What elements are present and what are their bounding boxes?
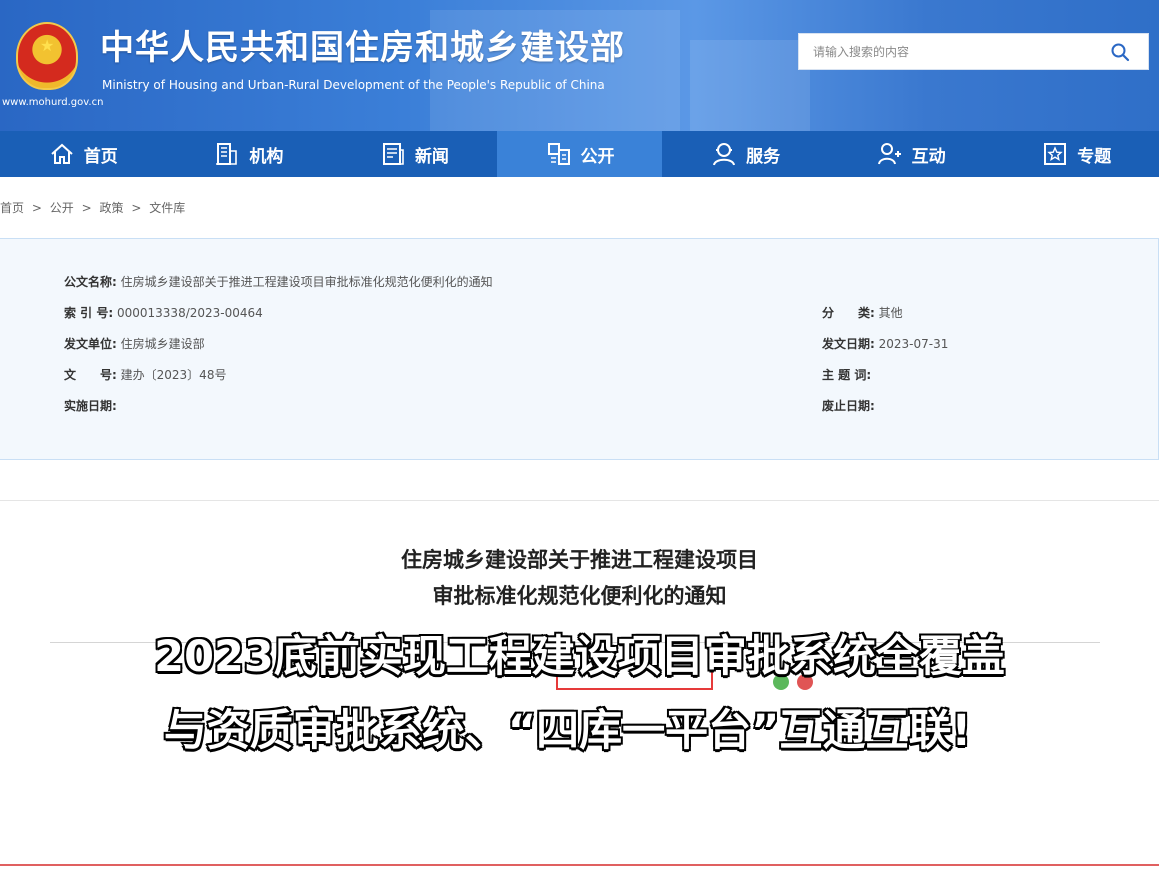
news-icon [382,143,404,165]
interaction-icon [877,143,901,165]
nav-item-home[interactable]: 首页 [0,131,166,177]
bottom-rule [0,864,1159,866]
search-icon[interactable] [1110,42,1130,62]
breadcrumb-home[interactable]: 首页 [0,201,24,215]
meta-category-label: 分 类: [822,306,875,320]
meta-category-value: 其他 [878,306,903,320]
breadcrumb-separator: > [31,201,42,215]
meta-title-row: 公文名称: 住房城乡建设部关于推进工程建设项目审批标准化规范化便利化的通知 [64,275,493,289]
header-banner: ★ 中华人民共和国住房和城乡建设部 Ministry of Housing an… [0,0,1159,131]
article-title-line1: 住房城乡建设部关于推进工程建设项目 [401,548,758,572]
building-icon [216,143,238,165]
home-icon [51,143,73,164]
overlay-caption-line1: 2023底前实现工程建设项目审批系统全覆盖 [153,631,1007,684]
nav-item-interaction[interactable]: 互动 [828,131,994,177]
meta-index-label: 索 引 号: [64,306,114,320]
national-emblem-icon[interactable]: ★ [16,22,78,90]
breadcrumb-library[interactable]: 文件库 [149,201,185,215]
meta-effective-row: 实施日期: [64,399,117,413]
nav-item-label: 公开 [580,146,615,167]
article-title-line2: 审批标准化规范化便利化的通知 [432,584,727,608]
breadcrumb-policy[interactable]: 政策 [99,201,123,215]
meta-issuer-value: 住房城乡建设部 [120,337,205,351]
site-title[interactable]: 中华人民共和国住房和城乡建设部 [100,26,625,70]
breadcrumb-public[interactable]: 公开 [50,201,74,215]
site-subtitle: Ministry of Housing and Urban-Rural Deve… [102,78,605,92]
service-icon [713,143,736,166]
main-nav: 首页 机构 新闻 公开 服务 互动 专题 [0,131,1159,177]
meta-index-value: 000013338/2023-00464 [116,306,263,320]
site-url: www.mohurd.gov.cn [2,97,104,108]
nav-item-label: 首页 [83,146,118,167]
meta-category-row: 分 类: 其他 [822,306,903,320]
nav-item-label: 新闻 [414,146,449,167]
meta-issuer-label: 发文单位: [64,337,117,351]
meta-index-row: 索 引 号: 000013338/2023-00464 [64,306,263,320]
star-icon [1044,143,1067,165]
nav-item-news[interactable]: 新闻 [331,131,497,177]
meta-docno-label: 文 号: [64,368,117,382]
meta-date-label: 发文日期: [822,337,875,351]
overlay-caption-line2: 与资质审批系统、“四库一平台”互通互联! [162,705,972,758]
document-icon [547,143,570,165]
nav-item-label: 机构 [249,146,284,167]
nav-item-organization[interactable]: 机构 [166,131,332,177]
breadcrumb: 首页 > 公开 > 政策 > 文件库 [0,201,189,215]
meta-docno-value: 建办〔2023〕48号 [120,368,227,382]
banner-building-graphic [690,40,810,131]
breadcrumb-separator: > [81,201,92,215]
nav-item-label: 服务 [746,146,781,167]
meta-date-row: 发文日期: 2023-07-31 [822,337,948,351]
meta-repeal-row: 废止日期: [822,399,875,413]
meta-date-value: 2023-07-31 [878,337,949,351]
meta-title-value: 住房城乡建设部关于推进工程建设项目审批标准化规范化便利化的通知 [120,275,493,289]
nav-item-label: 专题 [1077,146,1112,167]
meta-keywords-row: 主 题 词: [822,368,871,382]
meta-effective-label: 实施日期: [64,399,117,413]
meta-issuer-row: 发文单位: 住房城乡建设部 [64,337,205,351]
nav-item-topics[interactable]: 专题 [993,131,1159,177]
meta-docno-row: 文 号: 建办〔2023〕48号 [64,368,226,382]
search-input[interactable] [813,42,1093,62]
nav-item-label: 互动 [911,146,946,167]
nav-item-service[interactable]: 服务 [662,131,828,177]
meta-keywords-label: 主 题 词: [822,368,872,382]
meta-title-label: 公文名称: [64,275,117,289]
nav-item-public[interactable]: 公开 [496,131,663,177]
search-box [798,33,1149,70]
breadcrumb-separator: > [131,201,142,215]
meta-repeal-label: 废止日期: [822,399,875,413]
